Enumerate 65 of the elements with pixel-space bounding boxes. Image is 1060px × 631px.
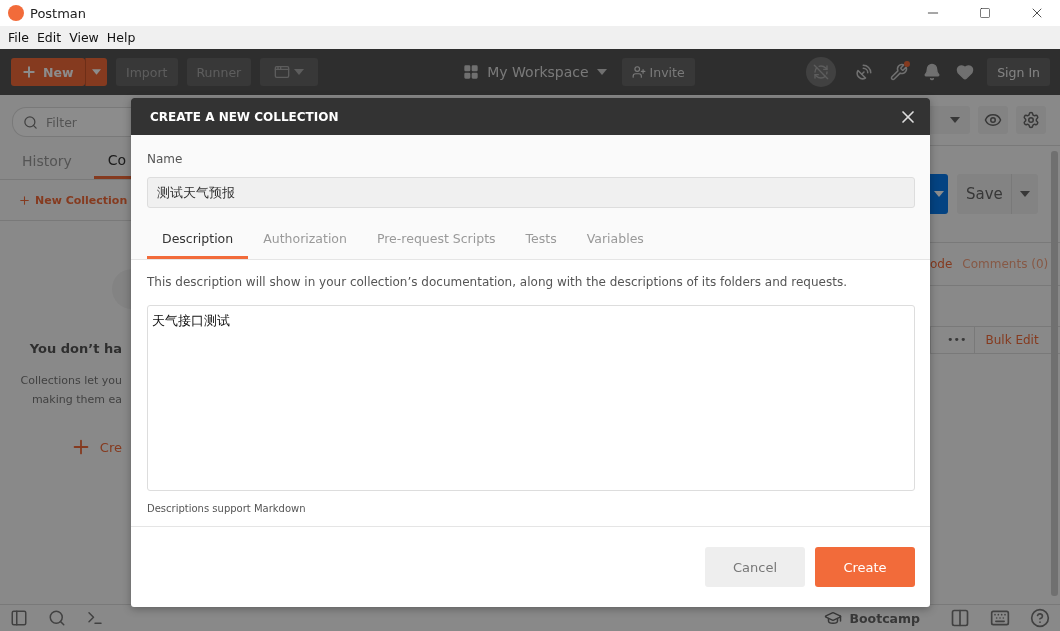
sync-off-icon[interactable] [806,57,837,87]
empty-state-title: You don’t ha [29,341,122,356]
eye-icon[interactable] [978,106,1008,134]
caret-icon [950,117,960,123]
dialog-tab[interactable]: Tests [510,223,572,259]
environment-dropdown[interactable] [930,106,970,134]
bell-icon[interactable] [923,63,942,81]
create-collection-link[interactable]: Cre [69,436,122,458]
caret-icon [934,191,944,197]
description-field[interactable]: 天气接口测试 [147,305,915,491]
menu-item[interactable]: Help [102,30,140,45]
request-link[interactable]: ode [930,257,953,271]
heart-icon[interactable] [956,63,975,81]
plus-icon [18,193,31,207]
sidebar-toggle-icon [10,609,28,627]
dialog-title: CREATE A NEW COLLECTION [150,109,339,124]
menu-item[interactable]: View [65,30,103,45]
save-button[interactable]: Save [957,174,1038,214]
workspace-dropdown[interactable]: My Workspace [457,63,613,81]
caret-icon [596,69,607,75]
new-window-button[interactable] [260,58,319,86]
bootcamp-link[interactable]: Bootcamp [823,609,920,627]
grid-icon [463,64,480,80]
send-dropdown-button[interactable] [930,174,948,214]
dialog-tab[interactable]: Pre-request Scripts [361,223,511,259]
cancel-button[interactable]: Cancel [705,547,805,587]
console-icon [86,609,104,627]
add-user-icon [631,65,646,79]
satellite-dish-icon[interactable] [855,63,874,81]
settings-icon[interactable] [1016,106,1046,134]
menu-item[interactable]: Edit [32,30,66,45]
dialog-tab[interactable]: Description [147,223,249,259]
create-button[interactable]: Create [815,547,915,587]
dialog-tab[interactable]: Variables [571,223,659,259]
graduation-cap-icon [823,609,842,627]
request-link[interactable]: Comments (0) [962,257,1049,271]
bulk-edit-link[interactable]: Bulk Edit [975,333,1039,347]
filter-field[interactable]: Filter [12,107,131,137]
caret-icon [1019,191,1030,197]
window-icon [274,64,291,80]
empty-state-text: making them ea [31,393,122,406]
app-logo-icon [8,5,24,21]
new-button[interactable]: New [11,58,85,86]
menu-item[interactable]: File [4,30,33,45]
sign-in-button[interactable]: Sign In [987,58,1050,86]
field-label: Name [147,152,184,166]
dialog-tab[interactable]: Authorization [248,223,362,259]
search-icon [23,114,38,130]
plus-icon [21,64,37,80]
caret-icon [294,69,305,75]
empty-state-text: Collections let you [20,374,122,387]
description-hint: This description will show in your collection’s documentation, along with the descriptions of its folders and requests. [147,275,848,289]
help-icon [1030,608,1050,628]
caret-icon [92,69,101,75]
more-button[interactable]: ••• [931,327,976,353]
name-field[interactable]: 测试天气预报 [147,177,915,208]
new-dropdown-button[interactable] [85,58,107,86]
scrollbar[interactable] [1051,151,1058,596]
keyboard-icon [990,608,1010,628]
wrench-icon[interactable] [890,63,909,81]
markdown-note: Descriptions support Markdown [147,503,307,514]
invite-button[interactable]: Invite [621,58,695,86]
two-pane-icon [950,608,970,628]
window-title: Postman [30,5,88,21]
search-icon [48,609,66,627]
